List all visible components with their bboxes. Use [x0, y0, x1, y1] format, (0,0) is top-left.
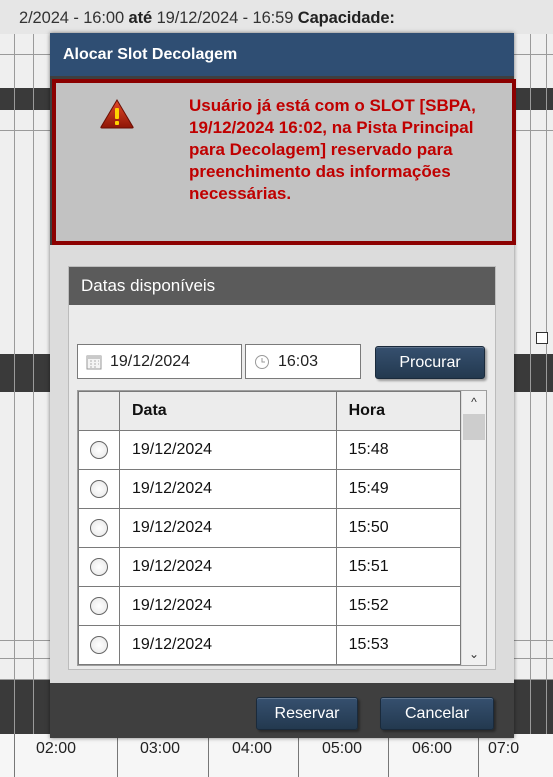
header-capacity-label: Capacidade:: [297, 9, 395, 27]
tick-label: 04:00: [231, 740, 273, 757]
dialog-body: Datas disponíveis 19/12/2024 16:03 Procu…: [50, 245, 514, 683]
row-date: 19/12/2024: [119, 430, 337, 470]
table-row[interactable]: 19/12/2024 15:48: [78, 430, 462, 470]
date-column-header: Data: [119, 391, 337, 431]
background-header: 2/2024 - 16:00 até 19/12/2024 - 16:59 Ca…: [0, 0, 553, 35]
cancel-button[interactable]: Cancelar: [380, 697, 494, 730]
alert-box: Usuário já está com o SLOT [SBPA, 19/12/…: [52, 79, 516, 245]
header-end: 19/12/2024 - 16:59: [156, 9, 294, 27]
available-dates-panel: Datas disponíveis 19/12/2024 16:03 Procu…: [68, 266, 496, 670]
row-select[interactable]: [78, 625, 120, 665]
date-field[interactable]: 19/12/2024: [77, 344, 242, 379]
header-prefix: 2/2024 - 16:00: [19, 9, 125, 27]
row-select[interactable]: [78, 508, 120, 548]
row-time: 15:50: [335, 508, 462, 548]
panel-title: Datas disponíveis: [69, 267, 495, 305]
header-ate: até: [128, 9, 153, 27]
radio-button[interactable]: [90, 518, 108, 537]
row-select[interactable]: [78, 547, 120, 587]
tick-label: 02:00: [35, 740, 77, 757]
table-scrollbar[interactable]: ^ ⌄: [461, 391, 486, 665]
background-marker: [536, 332, 548, 344]
tick-label: 06:00: [411, 740, 453, 757]
tick-label: 03:00: [139, 740, 181, 757]
date-value: 19/12/2024: [110, 353, 191, 370]
time-column-header: Hora: [335, 391, 462, 431]
table-row[interactable]: 19/12/2024 15:50: [78, 508, 462, 548]
row-date: 19/12/2024: [119, 547, 337, 587]
table-row[interactable]: 19/12/2024 15:52: [78, 586, 462, 626]
row-time: 15:52: [335, 586, 462, 626]
row-time: 15:49: [335, 469, 462, 509]
scroll-thumb[interactable]: [463, 414, 485, 440]
warning-triangle-icon: [100, 99, 134, 129]
row-select[interactable]: [78, 586, 120, 626]
row-select[interactable]: [78, 469, 120, 509]
row-time: 15:53: [335, 625, 462, 665]
table-row[interactable]: 19/12/2024 15:51: [78, 547, 462, 587]
reserve-button[interactable]: Reservar: [256, 697, 358, 730]
row-date: 19/12/2024: [119, 586, 337, 626]
row-date: 19/12/2024: [119, 625, 337, 665]
row-date: 19/12/2024: [119, 508, 337, 548]
table-header-row: Data Hora: [78, 391, 462, 431]
dialog-title: Alocar Slot Decolagem: [50, 33, 514, 76]
slots-table-container[interactable]: Data Hora 19/12/2024 15:48 19/12/2024 15…: [77, 390, 487, 666]
tick-label: 05:00: [321, 740, 363, 757]
scroll-down-icon[interactable]: ⌄: [462, 643, 486, 665]
row-time: 15:48: [335, 430, 462, 470]
background-header-text: 2/2024 - 16:00 até 19/12/2024 - 16:59 Ca…: [19, 9, 395, 28]
allocate-slot-dialog: Alocar Slot Decolagem Usuário já está co…: [50, 33, 516, 738]
search-button[interactable]: Procurar: [375, 346, 485, 379]
calendar-icon: [86, 355, 102, 370]
select-column-header: [78, 391, 120, 431]
time-field[interactable]: 16:03: [245, 344, 361, 379]
radio-button[interactable]: [90, 635, 108, 654]
alert-message: Usuário já está com o SLOT [SBPA, 19/12/…: [189, 96, 476, 203]
table-row[interactable]: 19/12/2024 15:49: [78, 469, 462, 509]
table-row[interactable]: 19/12/2024 15:53: [78, 625, 462, 665]
row-select[interactable]: [78, 430, 120, 470]
clock-icon: [255, 355, 269, 369]
radio-button[interactable]: [90, 557, 108, 576]
radio-button[interactable]: [90, 479, 108, 498]
time-value: 16:03: [278, 353, 319, 370]
slots-table: Data Hora 19/12/2024 15:48 19/12/2024 15…: [78, 391, 462, 665]
radio-button[interactable]: [90, 440, 108, 459]
row-date: 19/12/2024: [119, 469, 337, 509]
radio-button[interactable]: [90, 596, 108, 615]
timeline-axis: 02:00 03:00 04:00 05:00 06:00 07:0: [0, 734, 553, 777]
tick-label: 07:0: [488, 740, 520, 757]
scroll-up-icon[interactable]: ^: [462, 391, 486, 413]
row-time: 15:51: [335, 547, 462, 587]
